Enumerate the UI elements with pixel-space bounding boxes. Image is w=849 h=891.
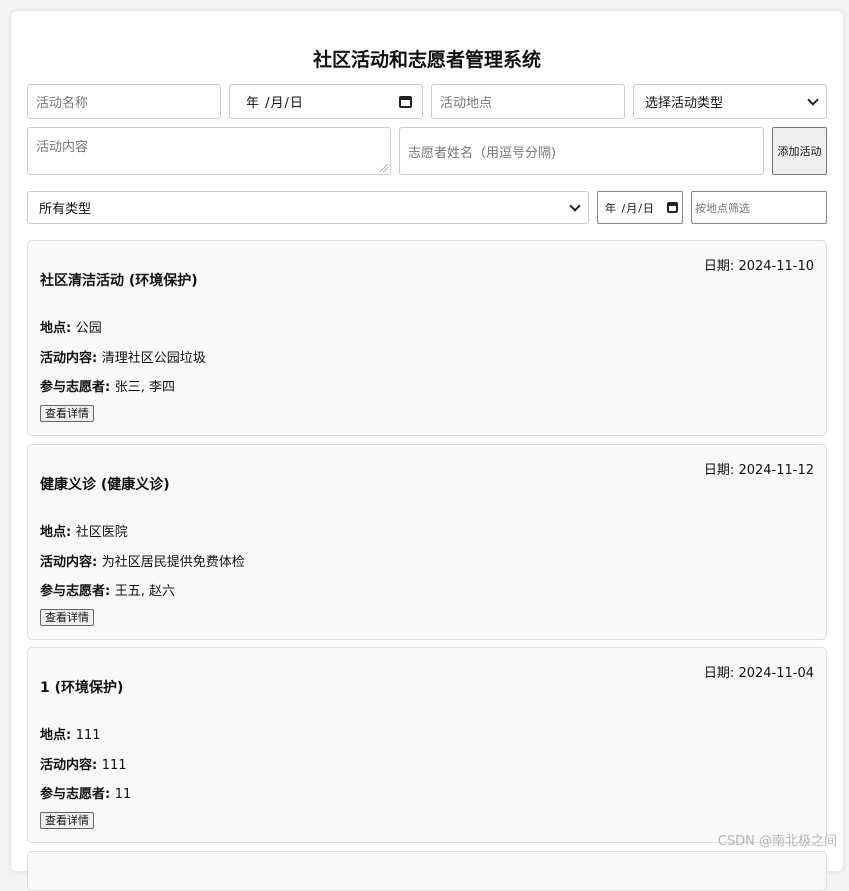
calendar-icon[interactable] (399, 96, 412, 108)
activity-title: 社区清洁活动 (环境保护) (40, 270, 198, 290)
activity-content-textarea[interactable]: 活动内容 (27, 127, 391, 175)
activity-volunteers: 张三, 李四 (115, 380, 175, 395)
activity-type-value: 选择活动类型 (645, 92, 723, 111)
activity-date: 2024-11-12 (738, 463, 814, 478)
chevron-down-icon (569, 200, 580, 211)
location-filter-input[interactable]: 按地点筛选 (691, 191, 827, 224)
volunteers-label: 参与志愿者: (40, 380, 115, 395)
activity-content-placeholder: 活动内容 (36, 136, 88, 155)
view-details-button[interactable]: 查看详情 (40, 405, 94, 422)
activity-date-text: 年 /月/日 (246, 92, 304, 111)
location-label: 地点: (40, 525, 76, 540)
type-filter-select[interactable]: 所有类型 (27, 191, 589, 224)
activity-content: 清理社区公园垃圾 (102, 351, 206, 366)
chevron-down-icon (807, 94, 818, 105)
location-filter-placeholder: 按地点筛选 (695, 200, 750, 216)
volunteers-input[interactable]: 志愿者姓名（用逗号分隔) (399, 127, 764, 175)
date-filter-text: 年 /月/日 (605, 200, 655, 216)
date-label: 日期: (704, 666, 739, 681)
content-label: 活动内容: (40, 758, 102, 773)
resize-handle-icon[interactable] (380, 164, 388, 172)
location-label: 地点: (40, 321, 76, 336)
activity-name-input[interactable]: 活动名称 (27, 84, 221, 119)
watermark: CSDN @南北极之间 (718, 830, 837, 849)
volunteers-label: 参与志愿者: (40, 584, 115, 599)
activity-name-placeholder: 活动名称 (36, 92, 88, 111)
activity-location-placeholder: 活动地点 (440, 92, 492, 111)
volunteers-label: 参与志愿者: (40, 787, 115, 802)
activity-card-partial (27, 851, 827, 891)
activity-location: 111 (76, 728, 101, 743)
activity-card: 日期: 2024-11-12 健康义诊 (健康义诊) 地点: 社区医院 活动内容… (27, 444, 827, 640)
page-title: 社区活动和志愿者管理系统 (11, 45, 843, 72)
activity-volunteers: 11 (115, 787, 132, 802)
add-activity-button[interactable]: 添加活动 (772, 127, 827, 175)
type-filter-value: 所有类型 (39, 198, 91, 217)
activity-card: 日期: 2024-11-04 1 (环境保护) 地点: 111 活动内容: 11… (27, 647, 827, 843)
activity-location: 社区医院 (76, 525, 128, 540)
activity-location: 公园 (76, 321, 102, 336)
view-details-button[interactable]: 查看详情 (40, 609, 94, 626)
activity-date: 2024-11-10 (738, 259, 814, 274)
date-filter-input[interactable]: 年 /月/日 (597, 191, 683, 224)
activity-date: 2024-11-04 (738, 666, 814, 681)
activity-date-input[interactable]: 年 /月/日 (229, 84, 423, 119)
view-details-button[interactable]: 查看详情 (40, 812, 94, 829)
activity-title: 健康义诊 (健康义诊) (40, 474, 170, 494)
activity-content: 为社区居民提供免费体检 (102, 555, 245, 570)
activity-content: 111 (102, 758, 127, 773)
calendar-icon[interactable] (667, 202, 678, 213)
activity-volunteers: 王五, 赵六 (115, 584, 175, 599)
date-label: 日期: (704, 463, 739, 478)
activity-location-input[interactable]: 活动地点 (431, 84, 625, 119)
activity-card: 日期: 2024-11-10 社区清洁活动 (环境保护) 地点: 公园 活动内容… (27, 240, 827, 436)
activity-type-select[interactable]: 选择活动类型 (633, 84, 827, 119)
location-label: 地点: (40, 728, 76, 743)
volunteers-placeholder: 志愿者姓名（用逗号分隔) (408, 142, 556, 161)
date-label: 日期: (704, 259, 739, 274)
content-label: 活动内容: (40, 351, 102, 366)
content-label: 活动内容: (40, 555, 102, 570)
activity-title: 1 (环境保护) (40, 677, 123, 697)
main-panel: 社区活动和志愿者管理系统 活动名称 年 /月/日 活动地点 选择活动类型 活动内… (11, 11, 843, 871)
